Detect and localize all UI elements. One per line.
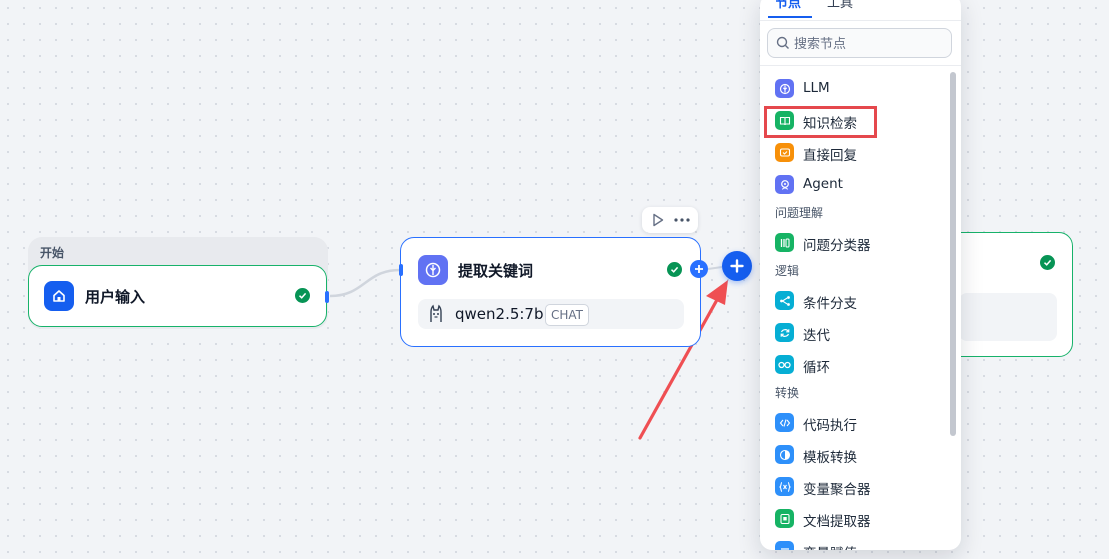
panel-tabs: 节点 工具 bbox=[760, 0, 961, 21]
section-title: 转换 bbox=[775, 386, 800, 400]
node-item-label: 直接回复 bbox=[803, 148, 857, 164]
search-field[interactable] bbox=[767, 28, 952, 59]
node-item-label: 代码执行 bbox=[803, 418, 857, 434]
node-item-llm[interactable]: LLM bbox=[768, 75, 946, 103]
add-node-button[interactable] bbox=[722, 251, 752, 281]
loop-icon bbox=[775, 355, 794, 374]
node-item-direct-reply[interactable]: 直接回复 bbox=[768, 139, 946, 167]
llm-node-title: 提取关键词 bbox=[458, 262, 534, 280]
node-item-label: LLM bbox=[803, 80, 830, 96]
node-item-label: 模板转换 bbox=[803, 450, 857, 466]
success-check-icon bbox=[295, 288, 310, 303]
node-item-label: 变量赋值 bbox=[803, 542, 857, 550]
template-icon bbox=[775, 445, 794, 464]
classifier-icon bbox=[775, 233, 794, 252]
node-item-label: 变量聚合器 bbox=[803, 482, 871, 498]
reply-icon bbox=[775, 143, 794, 162]
add-next-node-small-button[interactable] bbox=[690, 260, 708, 278]
node-selector-panel: 节点 工具 LLM 知识检索 直接回复 Agent 问题理解 bbox=[760, 0, 961, 550]
next-node-content bbox=[959, 293, 1057, 341]
node-item-variable-aggregator[interactable]: 变量聚合器 bbox=[768, 473, 946, 501]
node-item-label: 条件分支 bbox=[803, 296, 857, 312]
input-handle[interactable] bbox=[399, 264, 403, 276]
node-item-agent[interactable]: Agent bbox=[768, 171, 946, 199]
node-item-doc-extractor[interactable]: 文档提取器 bbox=[768, 505, 946, 533]
doc-extract-icon bbox=[775, 509, 794, 528]
llm-icon bbox=[775, 79, 794, 98]
llm-node[interactable]: 提取关键词 qwen2.5:7b CHAT bbox=[399, 237, 708, 347]
node-item-loop[interactable]: 循环 bbox=[768, 351, 946, 379]
variable-icon bbox=[775, 477, 794, 496]
search-input[interactable] bbox=[792, 29, 946, 59]
model-mode-badge: CHAT bbox=[545, 304, 590, 326]
node-item-label: Agent bbox=[803, 176, 843, 192]
agent-icon bbox=[775, 175, 794, 194]
divider bbox=[760, 65, 961, 66]
node-item-iteration[interactable]: 迭代 bbox=[768, 319, 946, 347]
success-check-icon bbox=[1040, 255, 1055, 270]
section-title: 逻辑 bbox=[775, 264, 800, 278]
node-item-template[interactable]: 模板转换 bbox=[768, 441, 946, 469]
assign-icon bbox=[775, 541, 794, 550]
run-icon[interactable] bbox=[652, 213, 664, 227]
llama-icon bbox=[427, 304, 445, 324]
start-node[interactable]: 用户输入 bbox=[28, 265, 329, 327]
model-name: qwen2.5:7b bbox=[455, 305, 544, 323]
more-icon[interactable] bbox=[674, 218, 690, 222]
node-item-variable-assigner[interactable]: 变量赋值 bbox=[768, 537, 946, 550]
code-icon bbox=[775, 413, 794, 432]
panel-scrollbar-thumb[interactable] bbox=[950, 72, 956, 436]
model-selector[interactable]: qwen2.5:7b CHAT bbox=[418, 299, 684, 329]
edge-start-to-llm bbox=[329, 268, 401, 298]
llm-icon bbox=[418, 255, 448, 285]
node-item-question-classifier[interactable]: 问题分类器 bbox=[768, 229, 946, 257]
start-group-label: 开始 bbox=[40, 246, 65, 260]
node-item-label: 问题分类器 bbox=[803, 238, 871, 254]
search-icon bbox=[776, 36, 790, 50]
home-icon bbox=[44, 281, 74, 311]
node-item-if-else[interactable]: 条件分支 bbox=[768, 287, 946, 315]
edge-llm-to-plus bbox=[707, 266, 723, 270]
output-handle[interactable] bbox=[325, 291, 329, 303]
node-item-label: 文档提取器 bbox=[803, 514, 871, 530]
annotation-highlight-box bbox=[764, 106, 877, 138]
iteration-icon bbox=[775, 323, 794, 342]
tab-tools[interactable]: 工具 bbox=[827, 0, 853, 14]
node-item-label: 迭代 bbox=[803, 328, 830, 344]
start-node-title: 用户输入 bbox=[85, 288, 146, 306]
branch-icon bbox=[775, 291, 794, 310]
node-item-code[interactable]: 代码执行 bbox=[768, 409, 946, 437]
node-mini-toolbar bbox=[642, 207, 698, 233]
active-tab-indicator bbox=[768, 16, 812, 18]
tab-nodes[interactable]: 节点 bbox=[775, 0, 801, 14]
success-check-icon bbox=[667, 262, 682, 277]
section-title: 问题理解 bbox=[775, 206, 824, 220]
node-item-label: 循环 bbox=[803, 360, 830, 376]
